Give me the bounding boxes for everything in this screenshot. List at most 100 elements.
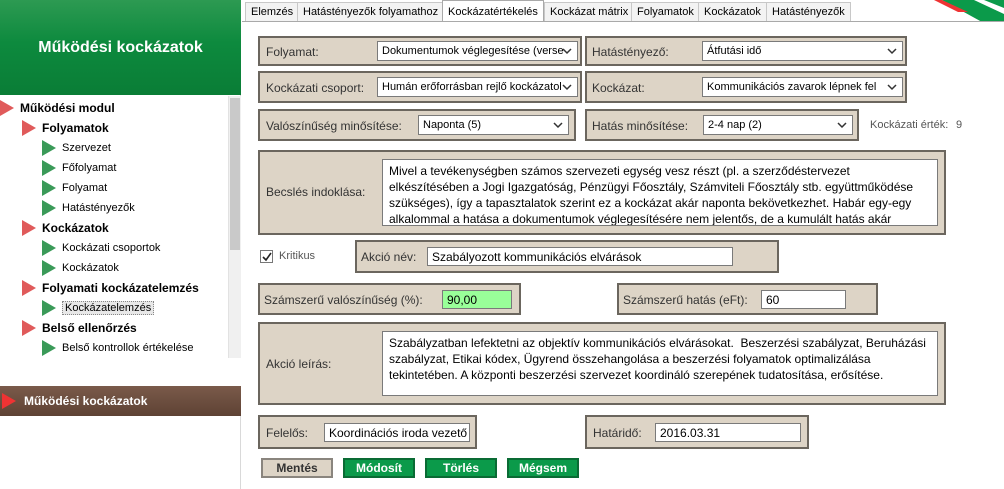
kockazati-csoport-select[interactable]: Humán erőforrásban rejlő kockázatol bbox=[377, 77, 578, 97]
becsles-panel: Becslés indoklása: Mivel a tevékenységbe… bbox=[258, 150, 946, 235]
kritikus-checkbox[interactable] bbox=[260, 250, 273, 263]
kockazat-select[interactable]: Kommunikációs zavarok lépnek fel bbox=[702, 77, 903, 97]
tree-item-label: Belső kontrollok értékelése bbox=[62, 342, 194, 354]
tree-item-label: Folyamat bbox=[62, 182, 108, 194]
szamszeru-hatas-input[interactable]: 60 bbox=[761, 290, 846, 309]
szamszeru-valoszinuseg-label: Számszerű valószínűség (%): bbox=[264, 293, 423, 307]
tree-item-label: Szervezet bbox=[62, 142, 111, 154]
hatas-panel: Hatás minősítése: 2-4 nap (2) bbox=[585, 109, 859, 141]
sidebar-scrollbar[interactable] bbox=[228, 96, 241, 358]
hatastenyezo-panel: Hatástényező: Átfutási idő bbox=[585, 36, 907, 66]
tab-label: Kockázatok bbox=[704, 6, 761, 18]
green-triangle-icon bbox=[42, 260, 56, 276]
green-triangle-icon bbox=[42, 340, 56, 356]
hatas-label: Hatás minősítése: bbox=[592, 119, 689, 133]
tree-item-kockazati-csoportok[interactable]: Kockázati csoportok bbox=[42, 238, 160, 258]
szamszeru-hatas-panel: Számszerű hatás (eFt): 60 bbox=[617, 283, 878, 315]
folyamat-panel: Folyamat: Dokumentumok véglegesítése (ve… bbox=[258, 36, 582, 66]
tree-item-fofolyamat[interactable]: Főfolyamat bbox=[42, 158, 116, 178]
tree-item-folyamati-kockazatelemzes[interactable]: Folyamati kockázatelemzés bbox=[22, 278, 199, 298]
tab-label: Elemzés bbox=[251, 6, 294, 18]
hatarido-panel: Határidő: 2016.03.31 bbox=[585, 415, 809, 449]
green-triangle-icon bbox=[42, 300, 56, 316]
becsles-textarea[interactable]: Mivel a tevékenységben számos szervezeti… bbox=[382, 159, 938, 226]
tab-kockazat-matrix[interactable]: Kockázat mátrix bbox=[544, 2, 635, 21]
green-triangle-icon bbox=[42, 180, 56, 196]
chevron-down-icon bbox=[553, 119, 563, 131]
akcio-leiras-textarea[interactable]: Szabályzatban lefektetni az objektív kom… bbox=[382, 331, 938, 396]
folyamat-value: Dokumentumok véglegesítése (verse bbox=[382, 45, 564, 57]
tab-elemzes[interactable]: Elemzés bbox=[245, 2, 300, 21]
akcio-leiras-panel: Akció leírás: Szabályzatban lefektetni a… bbox=[258, 322, 946, 405]
tab-kockazatok[interactable]: Kockázatok bbox=[698, 2, 767, 21]
tree-item-label: Belső ellenőrzés bbox=[42, 321, 137, 335]
tree-item-kockazatok-group[interactable]: Kockázatok bbox=[22, 218, 109, 238]
scrollbar-thumb[interactable] bbox=[230, 98, 240, 250]
akcio-nev-input[interactable]: Szabályozott kommunikációs elvárások bbox=[427, 247, 733, 266]
tree-item-label: Kockázati csoportok bbox=[62, 242, 161, 254]
checkmark-icon bbox=[262, 252, 272, 262]
tab-label: Folyamatok bbox=[637, 6, 694, 18]
tree-item-label: Főfolyamat bbox=[62, 162, 117, 174]
valoszinuseg-select[interactable]: Naponta (5) bbox=[418, 115, 569, 135]
kockazati-csoport-panel: Kockázati csoport: Humán erőforrásban re… bbox=[258, 71, 582, 103]
hatas-value: 2-4 nap (2) bbox=[708, 119, 762, 131]
folyamat-label: Folyamat: bbox=[266, 45, 319, 59]
valoszinuseg-label: Valószínűség minősítése: bbox=[266, 119, 402, 133]
red-triangle-icon bbox=[22, 320, 36, 336]
tree-item-folyamatok[interactable]: Folyamatok bbox=[22, 118, 109, 138]
tab-hatastenyezok[interactable]: Hatástényezők bbox=[766, 2, 851, 21]
tree-item-label: Kockázatok bbox=[62, 262, 119, 274]
tree-item-label: Folyamati kockázatelemzés bbox=[42, 281, 199, 295]
felelos-label: Felelős: bbox=[266, 426, 309, 440]
navigation-tree: Működési modul Folyamatok Szervezet Főfo… bbox=[0, 96, 228, 358]
tree-item-label: Folyamatok bbox=[42, 121, 109, 135]
sidebar-header: Működési kockázatok bbox=[0, 0, 241, 95]
akcio-leiras-label: Akció leírás: bbox=[266, 357, 332, 371]
tab-folyamatok[interactable]: Folyamatok bbox=[631, 2, 700, 21]
red-triangle-icon bbox=[0, 100, 14, 116]
cancel-button[interactable]: Mégsem bbox=[507, 458, 579, 478]
tree-item-belso-ellenorzes[interactable]: Belső ellenőrzés bbox=[22, 318, 137, 338]
tree-item-hatastenyezok[interactable]: Hatástényezők bbox=[42, 198, 135, 218]
kockazati-ertek-label: Kockázati érték: bbox=[870, 119, 949, 131]
hatas-select[interactable]: 2-4 nap (2) bbox=[703, 115, 853, 135]
tab-label: Hatástényezők bbox=[772, 6, 845, 18]
tab-underline bbox=[242, 21, 1004, 22]
tab-hatastenyezok-folyamathoz[interactable]: Hatástényezők folyamathoz bbox=[297, 2, 445, 21]
tree-item-szervezet[interactable]: Szervezet bbox=[42, 138, 111, 158]
sidebar-footer-section[interactable]: Működési kockázatok bbox=[0, 386, 241, 416]
red-triangle-icon bbox=[22, 120, 36, 136]
folyamat-select[interactable]: Dokumentumok véglegesítése (verse bbox=[377, 41, 578, 61]
tree-item-kockazatok[interactable]: Kockázatok bbox=[42, 258, 119, 278]
red-triangle-icon bbox=[22, 280, 36, 296]
valoszinuseg-value: Naponta (5) bbox=[423, 119, 482, 131]
tree-item-folyamat[interactable]: Folyamat bbox=[42, 178, 107, 198]
tree-item-mukodesi-modul[interactable]: Működési modul bbox=[0, 98, 115, 118]
hatastenyezo-select[interactable]: Átfutási idő bbox=[702, 41, 903, 61]
brand-logo-icon bbox=[934, 0, 1004, 22]
modify-button[interactable]: Módosít bbox=[343, 458, 415, 478]
kockazati-csoport-label: Kockázati csoport: bbox=[266, 81, 365, 95]
tree-item-kockazatelemzes[interactable]: Kockázatelemzés bbox=[42, 298, 155, 318]
kockazat-panel: Kockázat: Kommunikációs zavarok lépnek f… bbox=[585, 71, 907, 103]
tree-item-label: Működési modul bbox=[20, 101, 115, 115]
hatarido-input[interactable]: 2016.03.31 bbox=[655, 423, 801, 442]
felelos-input[interactable]: Koordinációs iroda vezető bbox=[324, 423, 470, 442]
delete-button[interactable]: Törlés bbox=[425, 458, 497, 478]
tab-kockazatertekeles[interactable]: Kockázatértékelés bbox=[442, 0, 544, 22]
tab-label: Kockázatértékelés bbox=[448, 5, 538, 18]
green-triangle-icon bbox=[42, 160, 56, 176]
hatastenyezo-label: Hatástényező: bbox=[592, 45, 669, 59]
tree-item-belso-kontrollok[interactable]: Belső kontrollok értékelése bbox=[42, 338, 193, 358]
kritikus-label: Kritikus bbox=[279, 250, 316, 262]
tree-item-label: Hatástényezők bbox=[62, 202, 135, 214]
chevron-down-icon bbox=[562, 45, 572, 57]
sidebar-title: Működési kockázatok bbox=[38, 38, 203, 56]
szamszeru-valoszinuseg-input[interactable]: 90,00 bbox=[442, 290, 512, 309]
save-button[interactable]: Mentés bbox=[261, 458, 333, 478]
sidebar-spacer bbox=[0, 358, 241, 386]
sidebar: Működési kockázatok Működési modul Folya… bbox=[0, 0, 241, 489]
red-triangle-icon bbox=[2, 393, 16, 409]
kockazat-label: Kockázat: bbox=[592, 81, 645, 95]
